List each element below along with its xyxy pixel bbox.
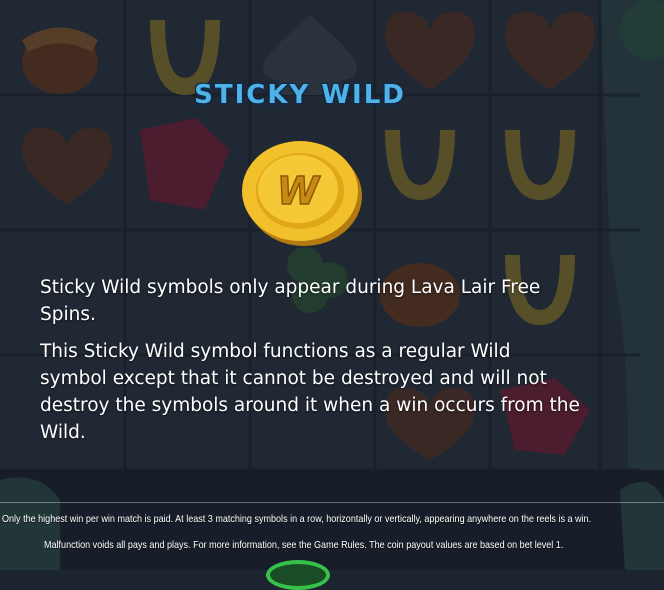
paragraph-availability: Sticky Wild symbols only appear during L… (40, 277, 541, 325)
gold-coin-wild-icon: W (242, 141, 362, 246)
close-button[interactable] (266, 560, 330, 590)
footer-rules-line: Only the highest win per win match is pa… (2, 513, 592, 525)
popup-title: STICKY WILD (194, 80, 406, 110)
footer-disclaimer-line: Malfunction voids all pays and plays. Fo… (44, 539, 564, 551)
footer-divider (0, 502, 664, 503)
coin-letter: W (277, 169, 321, 213)
paragraph-description: This Sticky Wild symbol functions as a r… (40, 341, 580, 443)
